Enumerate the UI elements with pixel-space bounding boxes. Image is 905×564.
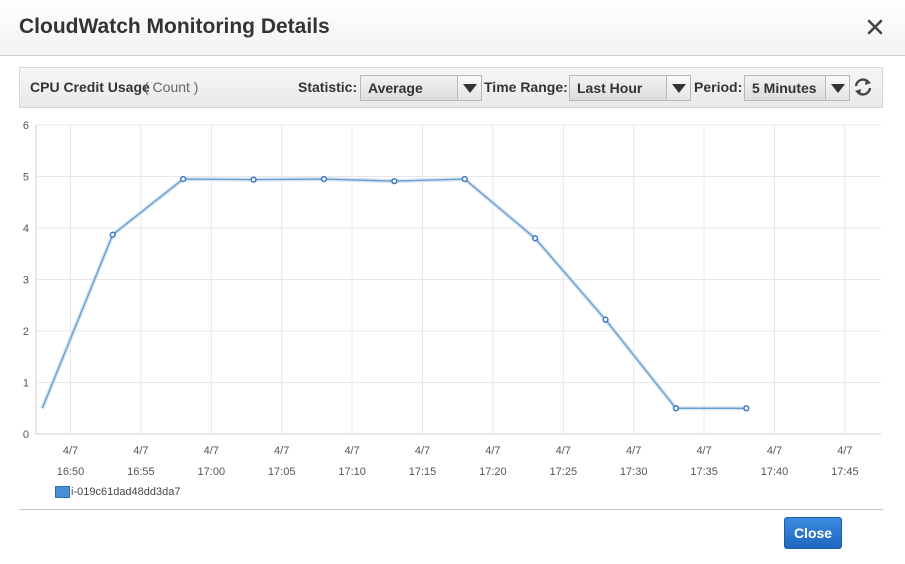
statistic-select[interactable]: Average [360, 75, 482, 101]
x-tick-date: 4/7 [556, 445, 571, 457]
data-point [743, 405, 750, 412]
x-tick-date: 4/7 [485, 445, 500, 457]
x-tick-date: 4/7 [204, 445, 219, 457]
time-range-value: Last Hour [577, 80, 643, 96]
dialog-title: CloudWatch Monitoring Details [19, 15, 330, 38]
x-tick-time: 16:50 [57, 466, 85, 478]
x-tick-time: 17:00 [198, 466, 226, 478]
x-tick-date: 4/7 [696, 445, 711, 457]
y-tick-label: 0 [23, 429, 29, 441]
y-tick-label: 1 [23, 378, 29, 390]
period-value: 5 Minutes [752, 80, 817, 96]
refresh-icon[interactable] [852, 76, 874, 98]
x-tick-date: 4/7 [344, 445, 359, 457]
time-range-select[interactable]: Last Hour [569, 75, 691, 101]
y-tick-label: 2 [23, 326, 29, 338]
period-select[interactable]: 5 Minutes [744, 75, 850, 101]
x-tick-time: 17:45 [831, 466, 859, 478]
legend-label: i-019c61dad48dd3da7 [71, 486, 181, 498]
monitoring-dialog: CloudWatch Monitoring Details CPU Credit… [0, 0, 905, 564]
metric-name: CPU Credit Usage [30, 79, 150, 95]
period-label: Period: [694, 79, 743, 95]
footer-divider [19, 509, 883, 510]
x-tick-date: 4/7 [415, 445, 430, 457]
legend-swatch [55, 486, 70, 498]
chevron-down-icon[interactable] [666, 76, 690, 100]
y-tick-label: 3 [23, 275, 29, 287]
data-point [461, 175, 468, 183]
close-icon[interactable] [862, 14, 888, 40]
chart-svg: 0 1 2 3 4 5 6 4/7 16:50 4/7 16:55 4/7 17:00 4/7 17:05 4… [23, 120, 881, 478]
x-tick-time: 17:40 [761, 466, 789, 478]
metric-unit: ( Count ) [144, 79, 199, 95]
chevron-down-icon[interactable] [825, 76, 849, 100]
x-tick-date: 4/7 [626, 445, 641, 457]
metric-toolbar: CPU Credit Usage ( Count ) Statistic: Av… [19, 67, 883, 108]
statistic-label: Statistic: [298, 79, 358, 95]
cpu-credit-chart: 0 1 2 3 4 5 6 4/7 16:50 4/7 16:55 4/7 17:00 4/7 17:05 4… [0, 110, 905, 510]
x-tick-time: 17:20 [479, 466, 507, 478]
x-tick-date: 4/7 [274, 445, 289, 457]
y-tick-label: 5 [23, 172, 29, 184]
data-point [109, 231, 116, 238]
time-range-label: Time Range: [484, 79, 568, 95]
x-tick-time: 17:35 [690, 466, 718, 478]
x-tick-time: 17:05 [268, 466, 296, 478]
y-tick-label: 6 [23, 120, 29, 132]
data-point [250, 176, 257, 183]
statistic-value: Average [368, 80, 423, 96]
x-tick-time: 17:10 [338, 466, 366, 478]
x-tick-time: 17:25 [550, 466, 578, 478]
x-tick-time: 17:30 [620, 466, 648, 478]
y-tick-label: 4 [23, 223, 29, 235]
data-point [320, 175, 328, 183]
series-shadow [40, 177, 747, 411]
data-point [672, 405, 680, 412]
x-tick-date: 4/7 [837, 445, 852, 457]
dialog-header: CloudWatch Monitoring Details [0, 0, 905, 56]
chevron-down-icon[interactable] [457, 76, 481, 100]
data-point [531, 235, 539, 242]
series-line [41, 178, 747, 409]
data-point [391, 177, 398, 185]
data-point [602, 316, 609, 323]
data-point [179, 175, 187, 183]
x-tick-date: 4/7 [133, 445, 148, 457]
x-tick-date: 4/7 [767, 445, 782, 457]
x-tick-time: 16:55 [127, 466, 155, 478]
x-tick-time: 17:15 [409, 466, 437, 478]
close-button[interactable]: Close [784, 517, 842, 549]
x-tick-date: 4/7 [63, 445, 78, 457]
